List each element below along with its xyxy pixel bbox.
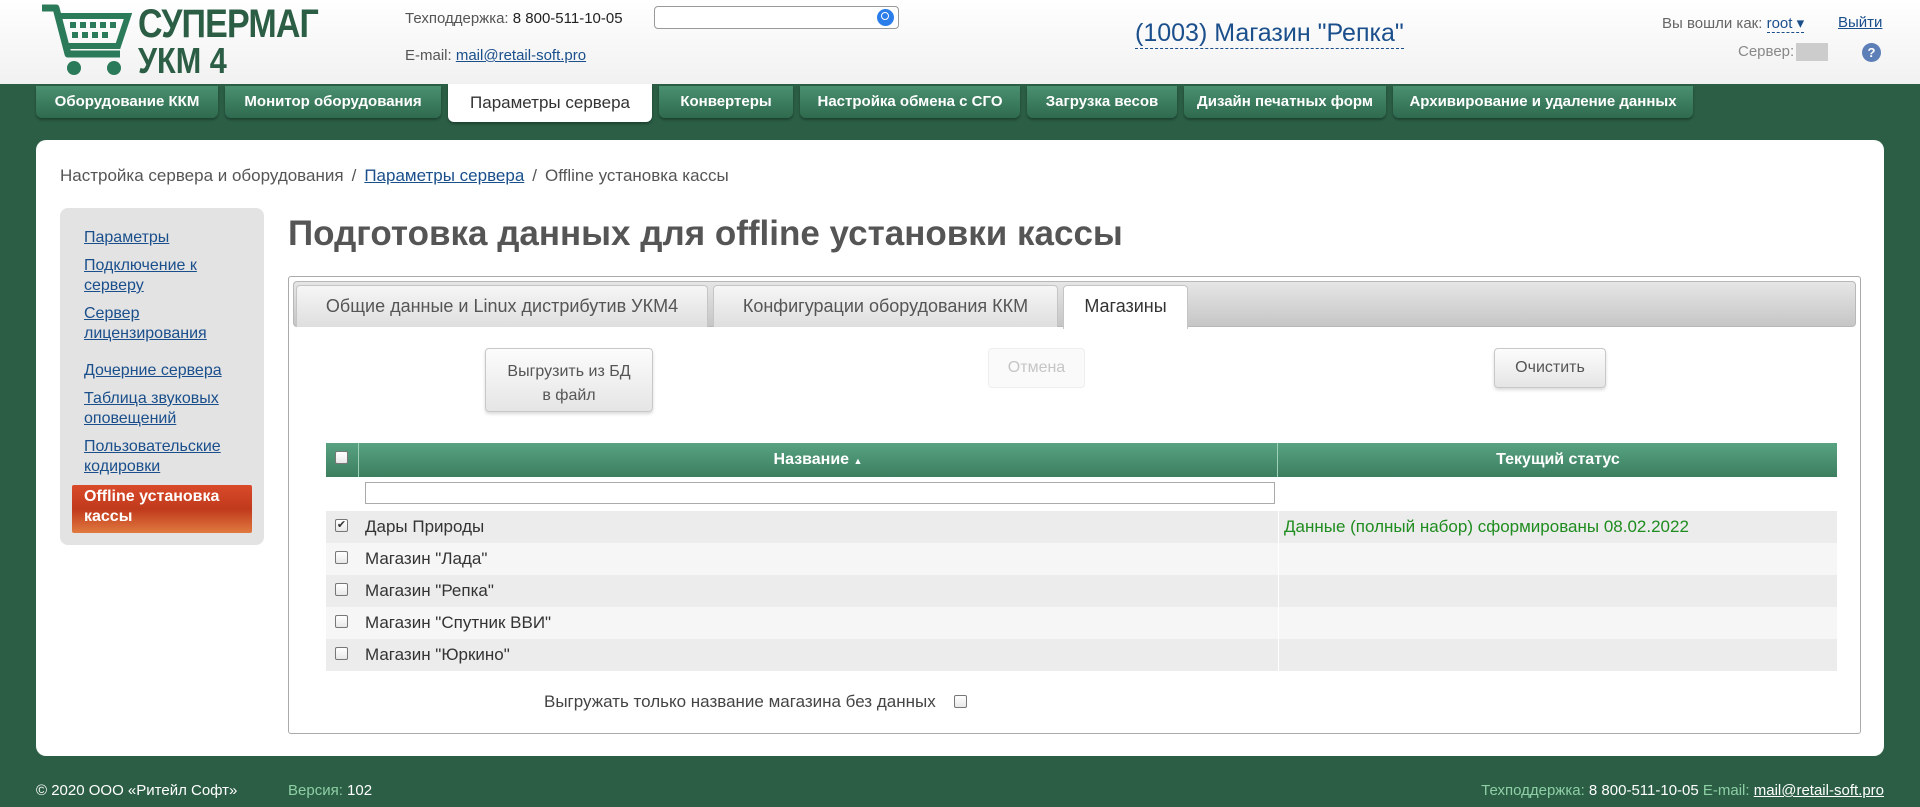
search-input[interactable] <box>659 8 874 28</box>
sort-asc-icon: ▲ <box>853 456 863 466</box>
table-row[interactable]: Магазин "Репка" <box>326 575 1837 607</box>
cart-logo-icon <box>42 4 133 75</box>
table-row[interactable]: Магазин "Юркино" <box>326 639 1837 671</box>
header: СУПЕРМАГ УКМ 4 Техподдержка: 8 800-511-1… <box>0 0 1920 84</box>
support-phone: 8 800-511-10-05 <box>512 10 623 27</box>
sidebar-item-user-encodings[interactable]: Пользовательские кодировки <box>84 437 244 477</box>
email-link[interactable]: mail@retail-soft.pro <box>456 47 586 64</box>
row-checkbox-checked[interactable]: ✔ <box>335 519 348 532</box>
footer-copyright: © 2020 ООО «Ритейл Софт» <box>36 782 238 799</box>
header-support: Техподдержка: 8 800-511-10-05 <box>405 10 623 27</box>
nav-server-params[interactable]: Параметры сервера <box>448 84 652 122</box>
column-divider <box>1278 543 1279 575</box>
version-label: Версия: <box>288 782 343 799</box>
breadcrumb-parent-link[interactable]: Параметры сервера <box>364 166 524 185</box>
tab-bar: Общие данные и Linux дистрибутив УКМ4 Ко… <box>293 281 1856 329</box>
column-header-name[interactable]: Название ▲ <box>359 443 1278 477</box>
cancel-button[interactable]: Отмена <box>988 348 1085 388</box>
nav-sgo-exchange[interactable]: Настройка обмена с СГО <box>800 86 1020 118</box>
export-button-label-line2: в файл <box>542 386 596 404</box>
login-label: Вы вошли как: <box>1662 15 1763 32</box>
store-name: Магазин "Репка" <box>365 581 494 600</box>
footer-version: Версия: 102 <box>288 782 372 799</box>
column-header-status[interactable]: Текущий статус <box>1279 443 1837 477</box>
footer-email-label: E-mail: <box>1702 782 1750 799</box>
export-only-checkbox[interactable] <box>954 695 968 708</box>
breadcrumb-root: Настройка сервера и оборудования <box>60 166 344 185</box>
sidebar-item-params[interactable]: Параметры <box>84 228 234 248</box>
table-row[interactable]: ✔ Дары Природы Данные (полный набор) сфо… <box>326 511 1837 543</box>
select-all-checkbox[interactable] <box>335 451 348 464</box>
email-label: E-mail: <box>405 47 452 64</box>
column-divider <box>1278 607 1279 639</box>
support-label: Техподдержка: <box>405 10 509 27</box>
nav-converters[interactable]: Конвертеры <box>659 86 793 118</box>
help-icon[interactable]: ? <box>1862 43 1881 62</box>
nav-archiving[interactable]: Архивирование и удаление данных <box>1393 86 1693 118</box>
export-button-label-line1: Выгрузить из БД <box>507 362 631 380</box>
export-to-file-button[interactable]: Выгрузить из БД в файл <box>485 348 653 412</box>
store-name: Дары Природы <box>365 517 485 536</box>
row-checkbox[interactable] <box>335 615 348 628</box>
breadcrumb-separator: / <box>532 166 538 185</box>
user-menu[interactable]: root ▾ <box>1766 15 1805 33</box>
footer-support-label: Техподдержка: <box>1481 782 1585 799</box>
nav-equipment-monitor[interactable]: Монитор оборудования <box>225 86 441 118</box>
page-title: Подготовка данных для offline установки … <box>288 214 1123 253</box>
clear-button[interactable]: Очистить <box>1494 348 1606 388</box>
login-info: Вы вошли как: root ▾ <box>1662 14 1805 33</box>
tab-stores[interactable]: Магазины <box>1063 285 1188 329</box>
tab-general-data[interactable]: Общие данные и Linux дистрибутив УКМ4 <box>296 285 708 327</box>
sidebar: Параметры Подключение к серверу Сервер л… <box>60 208 264 545</box>
header-email: E-mail: mail@retail-soft.pro <box>405 47 586 64</box>
version-value: 102 <box>347 782 373 799</box>
store-name: Магазин "Спутник ВВИ" <box>365 613 552 632</box>
table-header: Название ▲ Текущий статус <box>326 443 1837 477</box>
column-divider <box>1278 639 1279 671</box>
footer-support-phone: 8 800-511-10-05 <box>1588 782 1699 799</box>
store-status: Данные (полный набор) сформированы 08.02… <box>1284 517 1689 536</box>
main-nav: Оборудование ККМ Монитор оборудования Па… <box>0 84 1920 122</box>
export-only-option: Выгружать только название магазина без д… <box>544 692 968 712</box>
footer-contacts: Техподдержка: 8 800-511-10-05 E-mail: ma… <box>1481 782 1884 799</box>
sidebar-item-license-server[interactable]: Сервер лицензирования <box>84 304 224 344</box>
logo-subtitle: УКМ 4 <box>138 40 227 81</box>
nav-print-design[interactable]: Дизайн печатных форм <box>1184 86 1386 118</box>
server-info: Сервер: <box>1738 43 1829 62</box>
search-box <box>654 6 899 29</box>
footer-email-link[interactable]: mail@retail-soft.pro <box>1754 782 1884 799</box>
nav-kkm-equipment[interactable]: Оборудование ККМ <box>36 86 218 118</box>
name-filter-input[interactable] <box>365 482 1275 504</box>
search-icon[interactable] <box>877 9 894 26</box>
sidebar-item-child-servers[interactable]: Дочерние сервера <box>84 361 234 381</box>
store-name: Магазин "Лада" <box>365 549 488 568</box>
nav-scales-load[interactable]: Загрузка весов <box>1027 86 1177 118</box>
breadcrumb-separator: / <box>351 166 357 185</box>
store-title[interactable]: (1003) Магазин "Репка" <box>1135 18 1404 49</box>
logo[interactable]: СУПЕРМАГ УКМ 4 <box>40 0 319 81</box>
column-divider <box>1278 575 1279 607</box>
export-only-label: Выгружать только название магазина без д… <box>544 692 936 711</box>
server-label: Сервер: <box>1738 43 1795 60</box>
sidebar-item-sound-alerts[interactable]: Таблица звуковых оповещений <box>84 389 244 429</box>
breadcrumb: Настройка сервера и оборудования / Парамет… <box>60 166 729 186</box>
table-row[interactable]: Магазин "Лада" <box>326 543 1837 575</box>
row-checkbox[interactable] <box>335 551 348 564</box>
store-name: Магазин "Юркино" <box>365 645 510 664</box>
column-divider <box>1278 511 1279 543</box>
breadcrumb-current: Offline установка кассы <box>545 166 729 185</box>
sidebar-item-offline-install[interactable]: Offline установка кассы <box>72 485 252 533</box>
header-checkbox-cell <box>326 443 359 477</box>
logout-link[interactable]: Выйти <box>1838 14 1882 31</box>
tab-kkm-configs[interactable]: Конфигурации оборудования ККМ <box>713 285 1058 327</box>
sidebar-item-server-connection[interactable]: Подключение к серверу <box>84 256 234 296</box>
table-row[interactable]: Магазин "Спутник ВВИ" <box>326 607 1837 639</box>
row-checkbox[interactable] <box>335 647 348 660</box>
column-name-label: Название <box>773 451 850 468</box>
server-value <box>1796 43 1829 62</box>
filter-row <box>326 477 1837 509</box>
row-checkbox[interactable] <box>335 583 348 596</box>
